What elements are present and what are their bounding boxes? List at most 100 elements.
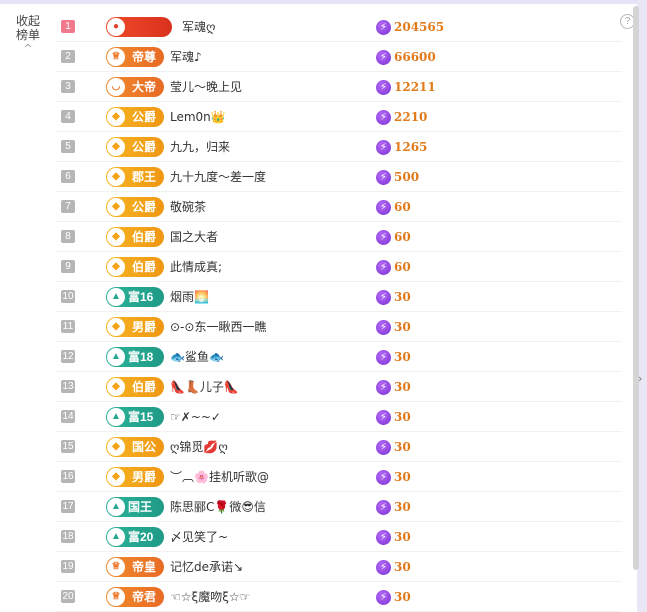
- bolt-icon: ⚡: [376, 109, 391, 125]
- badge-icon: ◆: [107, 318, 125, 336]
- user-nickname[interactable]: 莹儿～晚上见: [170, 79, 242, 95]
- user-nickname[interactable]: 陈思郦C🌹微😎信: [170, 499, 266, 515]
- user-nickname[interactable]: 〆见笑了~: [170, 529, 228, 545]
- badge-label: 公爵: [132, 200, 157, 214]
- points-value: 30: [394, 290, 411, 304]
- level-badge: ♕ 帝君: [106, 587, 164, 607]
- points-value: 60: [394, 260, 411, 274]
- bolt-icon: ⚡: [376, 499, 391, 515]
- badge-label: 帝皇: [132, 560, 157, 574]
- badge-icon: ●: [107, 18, 125, 36]
- user-nickname[interactable]: ⊙-⊙东一瞅西一瞧: [170, 319, 266, 335]
- rank-number: 8: [61, 230, 75, 243]
- bolt-icon: ⚡: [376, 379, 391, 395]
- points: ⚡ 60: [376, 229, 411, 245]
- user-nickname[interactable]: 👠👢儿子👠: [170, 379, 239, 395]
- level-badge: ◆ 公爵: [106, 137, 164, 157]
- user-nickname[interactable]: Lem0n👑: [170, 109, 226, 125]
- user-nickname[interactable]: ☜☆ξ魔吻ξ☆☞: [170, 589, 250, 605]
- ranking-row[interactable]: 9 ◆ 伯爵 此情成真; ⚡ 60: [56, 252, 622, 282]
- points: ⚡ 500: [376, 169, 419, 185]
- level-badge: ◆ 伯爵: [106, 257, 164, 277]
- user-nickname[interactable]: 烟雨🌅: [170, 289, 209, 305]
- user-nickname[interactable]: 此情成真;: [170, 259, 222, 275]
- user-nickname[interactable]: 记忆de承诺↘: [170, 559, 243, 575]
- user-nickname[interactable]: 军魂ღ: [182, 19, 215, 35]
- ranking-row[interactable]: 6 ◆ 郡王 九十九度～差一度 ⚡ 500: [56, 162, 622, 192]
- badge-label: 男爵: [132, 320, 157, 334]
- level-badge: ◡ 大帝: [106, 77, 164, 97]
- user-nickname[interactable]: 国之大者: [170, 229, 218, 245]
- badge-label: 国公: [132, 440, 157, 454]
- scrollbar-thumb[interactable]: [633, 6, 639, 570]
- points: ⚡ 30: [376, 379, 411, 395]
- bolt-icon: ⚡: [376, 319, 391, 335]
- ranking-row[interactable]: 11 ◆ 男爵 ⊙-⊙东一瞅西一瞧 ⚡ 30: [56, 312, 622, 342]
- user-nickname[interactable]: ☞✗~~✓: [170, 409, 221, 425]
- bolt-icon: ⚡: [376, 199, 391, 215]
- points: ⚡ 30: [376, 529, 411, 545]
- points: ⚡ 2210: [376, 109, 427, 125]
- badge-icon: ▲: [107, 498, 125, 516]
- user-nickname[interactable]: 九十九度～差一度: [170, 169, 266, 185]
- rank-number: 19: [61, 560, 75, 573]
- ranking-row[interactable]: 16 ◆ 男爵 ︶︹🌸挂机听歌@ ⚡ 30: [56, 462, 622, 492]
- points: ⚡ 1265: [376, 139, 427, 155]
- badge-icon: ▲: [107, 528, 125, 546]
- level-badge: ♕ 帝皇: [106, 557, 164, 577]
- ranking-row[interactable]: 7 ◆ 公爵 敬碗茶 ⚡ 60: [56, 192, 622, 222]
- bolt-icon: ⚡: [376, 229, 391, 245]
- ranking-row[interactable]: 17 ▲ 国王 陈思郦C🌹微😎信 ⚡ 30: [56, 492, 622, 522]
- ranking-row[interactable]: 20 ♕ 帝君 ☜☆ξ魔吻ξ☆☞ ⚡ 30: [56, 582, 622, 612]
- badge-icon: ◡: [107, 78, 125, 96]
- badge-icon: ♕: [107, 48, 125, 66]
- points-value: 12211: [394, 80, 436, 94]
- points-value: 30: [394, 320, 411, 334]
- ranking-row[interactable]: 3 ◡ 大帝 莹儿～晚上见 ⚡ 12211: [56, 72, 622, 102]
- rank-number: 3: [61, 80, 75, 93]
- rank-number: 1: [61, 20, 75, 33]
- expand-arrow-icon[interactable]: ›: [638, 372, 642, 385]
- rank-number: 13: [61, 380, 75, 393]
- points: ⚡ 30: [376, 319, 411, 335]
- ranking-row[interactable]: 2 ♕ 帝尊 军魂♪ ⚡ 66600: [56, 42, 622, 72]
- ranking-row[interactable]: 10 ▲ 富16 烟雨🌅 ⚡ 30: [56, 282, 622, 312]
- ranking-row[interactable]: 4 ◆ 公爵 Lem0n👑 ⚡ 2210: [56, 102, 622, 132]
- rank-number: 9: [61, 260, 75, 273]
- badge-label: 男爵: [132, 470, 157, 484]
- collapse-ranking-button[interactable]: 收起 榜单 ^: [10, 14, 46, 54]
- ranking-row[interactable]: 19 ♕ 帝皇 记忆de承诺↘ ⚡ 30: [56, 552, 622, 582]
- badge-icon: ◆: [107, 138, 125, 156]
- points-value: 60: [394, 200, 411, 214]
- user-nickname[interactable]: 🐟鲨鱼🐟: [170, 349, 224, 365]
- level-badge: ▲ 国王: [106, 497, 164, 517]
- collapse-label: 收起 榜单: [15, 14, 40, 42]
- points-value: 30: [394, 560, 411, 574]
- ranking-row[interactable]: 14 ▲ 富15 ☞✗~~✓ ⚡ 30: [56, 402, 622, 432]
- level-badge: ◆ 伯爵: [106, 227, 164, 247]
- ranking-row[interactable]: 13 ◆ 伯爵 👠👢儿子👠 ⚡ 30: [56, 372, 622, 402]
- points-value: 30: [394, 350, 411, 364]
- points-value: 2210: [394, 110, 428, 124]
- badge-label: 公爵: [132, 140, 157, 154]
- collapse-caret-icon: ^: [23, 42, 33, 55]
- level-badge: ▲ 富16: [106, 287, 164, 307]
- user-nickname[interactable]: 敬碗茶: [170, 199, 206, 215]
- ranking-row[interactable]: 12 ▲ 富18 🐟鲨鱼🐟 ⚡ 30: [56, 342, 622, 372]
- ranking-row[interactable]: 18 ▲ 富20 〆见笑了~ ⚡ 30: [56, 522, 622, 552]
- badge-icon: ◆: [107, 258, 125, 276]
- user-nickname[interactable]: ღ锦觅💋ღ: [170, 439, 228, 455]
- ranking-row[interactable]: 1 ● 军魂ღ ⚡ 204565: [56, 12, 622, 42]
- points: ⚡ 12211: [376, 79, 436, 95]
- user-nickname[interactable]: 军魂♪: [170, 49, 202, 65]
- rank-number: 7: [61, 200, 75, 213]
- points-value: 30: [394, 440, 411, 454]
- ranking-row[interactable]: 8 ◆ 伯爵 国之大者 ⚡ 60: [56, 222, 622, 252]
- ranking-row[interactable]: 5 ◆ 公爵 九九，归来 ⚡ 1265: [56, 132, 622, 162]
- level-badge: ▲ 富20: [106, 527, 164, 547]
- bolt-icon: ⚡: [376, 259, 391, 275]
- badge-icon: ▲: [107, 408, 125, 426]
- ranking-row[interactable]: 15 ◆ 国公 ღ锦觅💋ღ ⚡ 30: [56, 432, 622, 462]
- user-nickname[interactable]: ︶︹🌸挂机听歌@: [170, 469, 269, 485]
- user-nickname[interactable]: 九九，归来: [170, 139, 230, 155]
